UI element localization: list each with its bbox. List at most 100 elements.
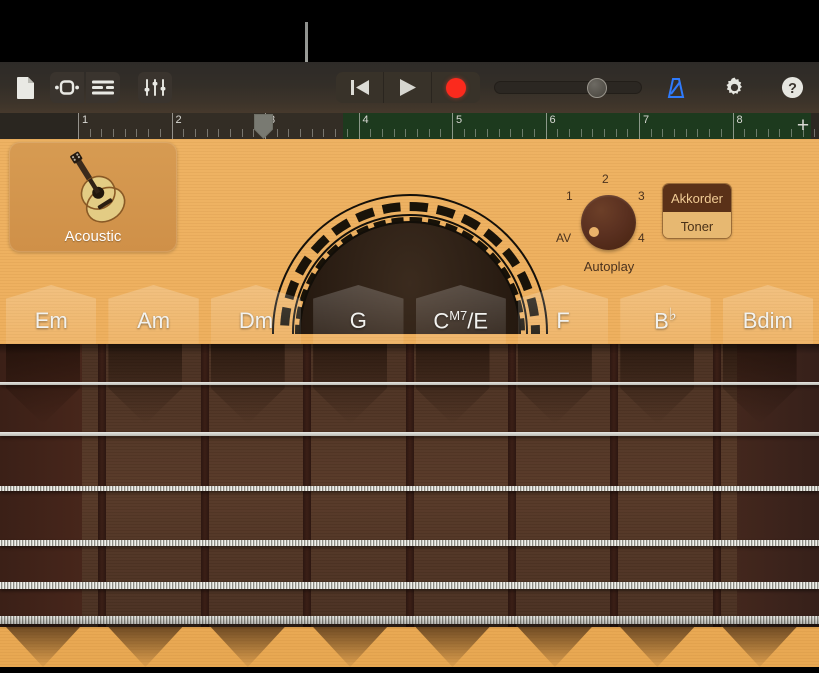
timeline-ruler[interactable]: 12345678 + bbox=[0, 113, 819, 139]
ruler-beat-tick bbox=[487, 129, 488, 137]
ruler-beat-tick bbox=[429, 129, 430, 137]
add-section-button[interactable]: + bbox=[793, 116, 813, 136]
record-dot-icon bbox=[446, 78, 466, 98]
chord-button[interactable]: Em bbox=[0, 281, 102, 347]
ruler-beat-tick bbox=[207, 129, 208, 137]
chord-button[interactable]: B♭ bbox=[614, 281, 716, 347]
master-volume-knob[interactable] bbox=[587, 78, 607, 98]
toolbar: ? bbox=[0, 62, 819, 113]
ruler-beat-tick bbox=[440, 129, 441, 137]
ruler-beat-tick bbox=[312, 129, 313, 137]
ruler-beat-tick bbox=[230, 129, 231, 137]
ruler-beat-tick bbox=[370, 129, 371, 137]
help-icon[interactable]: ? bbox=[775, 72, 809, 103]
autoplay-label-3[interactable]: 3 bbox=[638, 189, 645, 203]
ruler-beat-tick bbox=[651, 129, 652, 137]
gear-icon[interactable] bbox=[717, 72, 751, 103]
document-icon[interactable] bbox=[8, 72, 42, 103]
svg-text:?: ? bbox=[788, 81, 797, 97]
ruler-beat-tick bbox=[277, 129, 278, 137]
autoplay-label-av[interactable]: AV bbox=[556, 231, 571, 245]
ruler-beat-tick bbox=[581, 129, 582, 137]
ruler-beat-tick bbox=[592, 129, 593, 137]
ruler-beat-tick bbox=[604, 129, 605, 137]
string-6-E[interactable] bbox=[0, 616, 819, 624]
ruler-beat-tick bbox=[101, 129, 102, 137]
master-volume-slider[interactable] bbox=[494, 81, 642, 94]
record-button[interactable] bbox=[432, 72, 480, 103]
ruler-bar-number: 2 bbox=[172, 114, 182, 126]
ruler-beat-tick bbox=[417, 129, 418, 137]
chord-chevron-shadow bbox=[108, 627, 182, 667]
instrument-stage: Acoustic AV 1 2 3 4 Autoplay Akkorder T bbox=[0, 139, 819, 667]
track-view-icon[interactable] bbox=[86, 72, 120, 103]
ruler-beat-tick bbox=[382, 129, 383, 137]
ruler-beat-tick bbox=[744, 129, 745, 137]
chords-mode-button[interactable]: Akkorder bbox=[663, 184, 731, 212]
fretboard[interactable] bbox=[0, 344, 819, 627]
ruler-beat-tick bbox=[335, 129, 336, 137]
chord-button[interactable]: Bdim bbox=[717, 281, 819, 347]
string-3-g[interactable] bbox=[0, 486, 819, 491]
autoplay-knob[interactable] bbox=[581, 195, 636, 250]
autoplay-label-2[interactable]: 2 bbox=[602, 172, 609, 186]
string-2-b[interactable] bbox=[0, 432, 819, 436]
ruler-beat-tick bbox=[709, 129, 710, 137]
instrument-card[interactable]: Acoustic bbox=[9, 142, 177, 252]
metronome-icon[interactable] bbox=[659, 72, 693, 103]
chord-chevron-shadow bbox=[6, 627, 80, 667]
string-5-a[interactable] bbox=[0, 582, 819, 589]
chord-label: CM7/E bbox=[433, 308, 488, 347]
autoplay-caption: Autoplay bbox=[557, 259, 661, 274]
chord-chevron-shadow bbox=[211, 627, 285, 667]
autoplay-label-4[interactable]: 4 bbox=[638, 231, 645, 245]
ruler-beat-tick bbox=[522, 129, 523, 137]
string-4-d[interactable] bbox=[0, 540, 819, 546]
chord-label: Bdim bbox=[743, 308, 793, 347]
ruler-beat-tick bbox=[791, 129, 792, 137]
ruler-beat-tick bbox=[323, 129, 324, 137]
chord-chevron-shadow bbox=[416, 627, 490, 667]
chord-chevron-shadow bbox=[723, 627, 797, 667]
ruler-beat-tick bbox=[125, 129, 126, 137]
chord-chevron-shadow bbox=[518, 627, 592, 667]
ruler-beat-tick bbox=[697, 129, 698, 137]
ruler-beat-tick bbox=[183, 129, 184, 137]
acoustic-guitar-icon bbox=[53, 148, 135, 224]
transport-buttons bbox=[336, 72, 480, 103]
notes-mode-button[interactable]: Toner bbox=[663, 212, 731, 239]
chord-button[interactable]: Am bbox=[102, 281, 204, 347]
chord-button[interactable]: CM7/E bbox=[410, 281, 512, 347]
chord-chevron-shadow bbox=[620, 627, 694, 667]
mixer-icon[interactable] bbox=[138, 72, 172, 103]
ruler-beat-tick bbox=[242, 129, 243, 137]
ruler-bar-number: 8 bbox=[733, 114, 743, 126]
chord-button[interactable]: Dm bbox=[205, 281, 307, 347]
chord-chevron-shadow bbox=[313, 627, 387, 667]
ruler-body: 12345678 bbox=[78, 113, 794, 139]
ruler-beat-tick bbox=[300, 129, 301, 137]
ruler-beat-tick bbox=[814, 129, 815, 137]
rewind-button[interactable] bbox=[336, 72, 384, 103]
ruler-beat-tick bbox=[288, 129, 289, 137]
ruler-beat-tick bbox=[756, 129, 757, 137]
chord-button[interactable]: F bbox=[512, 281, 614, 347]
ruler-beat-tick bbox=[662, 129, 663, 137]
string-1-e[interactable] bbox=[0, 382, 819, 385]
transport-group bbox=[336, 62, 642, 113]
loop-browser-icon[interactable] bbox=[50, 72, 84, 103]
ruler-beat-tick bbox=[405, 129, 406, 137]
ruler-left-pad bbox=[0, 113, 78, 139]
ruler-beat-tick bbox=[113, 129, 114, 137]
chord-label: F bbox=[556, 308, 569, 347]
chord-strip: EmAmDmG CM7/E F B♭ Bdim bbox=[0, 281, 819, 347]
ruler-beat-tick bbox=[686, 129, 687, 137]
ruler-beat-tick bbox=[195, 129, 196, 137]
play-button[interactable] bbox=[384, 72, 432, 103]
autoplay-control: AV 1 2 3 4 Autoplay bbox=[560, 169, 656, 289]
ruler-beat-tick bbox=[779, 129, 780, 137]
autoplay-label-1[interactable]: 1 bbox=[566, 189, 573, 203]
chord-button[interactable]: G bbox=[307, 281, 409, 347]
ruler-beat-tick bbox=[721, 129, 722, 137]
toolbar-left-group bbox=[8, 62, 172, 113]
